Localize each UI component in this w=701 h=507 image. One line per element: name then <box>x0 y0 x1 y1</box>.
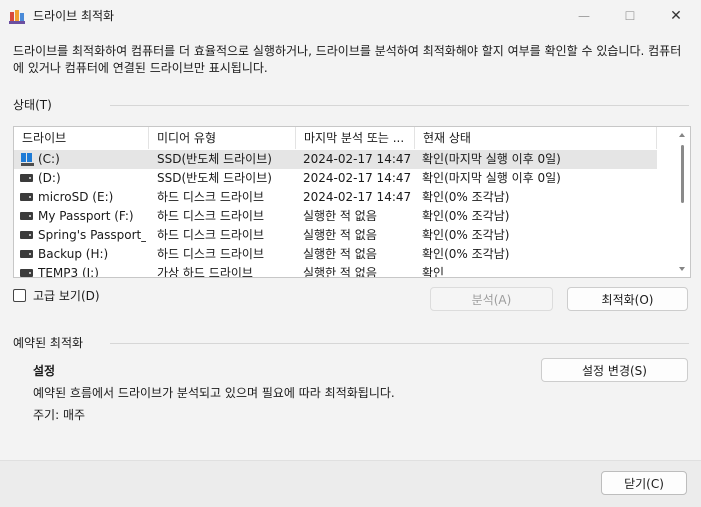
drive-cell-drive: My Passport (F:) <box>38 209 134 223</box>
drive-row[interactable]: Backup (H:) 하드 디스크 드라이브 실행한 적 없음 확인(0% 조각남) <box>14 245 657 264</box>
scheduled-divider <box>110 343 689 344</box>
column-header-current-status[interactable]: 현재 상태 <box>415 127 657 149</box>
drive-cell-status: 확인(마지막 실행 이후 0일) <box>422 171 561 185</box>
drive-cell-drive: Spring's Passport_... <box>38 228 146 242</box>
change-settings-button[interactable]: 설정 변경(S) <box>541 358 688 382</box>
drive-row[interactable]: Spring's Passport_... 하드 디스크 드라이브 실행한 적 없음… <box>14 226 657 245</box>
maximize-button[interactable]: ☐ <box>607 0 653 32</box>
settings-heading: 설정 <box>33 364 56 378</box>
settings-description: 예약된 흐름에서 드라이브가 분석되고 있으며 필요에 따라 최적화됩니다. <box>33 386 395 400</box>
hard-drive-icon <box>20 193 33 201</box>
maximize-icon: ☐ <box>624 9 636 23</box>
defrag-app-icon <box>9 10 25 24</box>
drive-list[interactable]: 드라이브 미디어 유형 마지막 분석 또는 ... 현재 상태 (C:) SSD(… <box>13 126 691 278</box>
hard-drive-icon <box>20 269 33 277</box>
advanced-view-toggle[interactable]: 고급 보기(D) <box>13 287 100 303</box>
scroll-down-arrow-icon[interactable] <box>679 267 685 271</box>
drive-cell-media: 하드 디스크 드라이브 <box>157 228 264 242</box>
scroll-thumb[interactable] <box>681 145 684 203</box>
hard-drive-icon <box>20 250 33 258</box>
drive-cell-drive: (C:) <box>38 152 60 166</box>
window-title: 드라이브 최적화 <box>33 9 115 23</box>
close-window-button[interactable]: ✕ <box>653 0 699 32</box>
drive-cell-status: 확인(마지막 실행 이후 0일) <box>422 152 561 166</box>
drive-cell-last: 2024-02-17 14:47 <box>303 152 412 166</box>
scheduled-section-label: 예약된 최적화 <box>13 336 84 350</box>
column-header-last-analyzed[interactable]: 마지막 분석 또는 ... <box>296 127 415 149</box>
close-icon: ✕ <box>670 8 682 24</box>
windows-drive-icon <box>20 152 34 166</box>
drive-cell-last: 2024-02-17 14:47 <box>303 190 412 204</box>
drive-cell-last: 실행한 적 없음 <box>303 247 377 261</box>
drive-cell-status: 확인(0% 조각남) <box>422 247 510 261</box>
drive-list-scrollbar[interactable] <box>675 127 690 277</box>
drive-cell-last: 실행한 적 없음 <box>303 228 377 242</box>
hard-drive-icon <box>20 174 33 182</box>
drive-row[interactable]: TEMP3 (I:) 가상 하드 드라이브 실행한 적 없음 확인 <box>14 264 657 278</box>
hard-drive-icon <box>20 212 33 220</box>
advanced-view-checkbox[interactable] <box>13 288 26 302</box>
drive-cell-media: 가상 하드 드라이브 <box>157 266 253 278</box>
status-divider <box>110 105 689 106</box>
drive-cell-media: 하드 디스크 드라이브 <box>157 190 264 204</box>
drive-cell-drive: Backup (H:) <box>38 247 109 261</box>
analyze-button[interactable]: 분석(A) <box>430 287 553 311</box>
status-section-label: 상태(T) <box>13 98 52 112</box>
drive-cell-status: 확인(0% 조각남) <box>422 190 510 204</box>
drive-cell-status: 확인 <box>422 266 445 278</box>
drive-row[interactable]: (C:) SSD(반도체 드라이브) 2024-02-17 14:47 확인(마지막 … <box>14 150 657 169</box>
drive-list-header: 드라이브 미디어 유형 마지막 분석 또는 ... 현재 상태 <box>14 127 674 149</box>
drive-cell-status: 확인(0% 조각남) <box>422 209 510 223</box>
drive-cell-media: SSD(반도체 드라이브) <box>157 152 272 166</box>
drive-cell-drive: microSD (E:) <box>38 190 114 204</box>
column-header-drive[interactable]: 드라이브 <box>14 127 149 149</box>
scroll-up-arrow-icon[interactable] <box>679 133 685 137</box>
title-bar: 드라이브 최적화 — ☐ ✕ <box>0 0 701 32</box>
description-text: 드라이브를 최적화하여 컴퓨터를 더 효율적으로 실행하거나, 드라이브를 분석… <box>13 44 682 75</box>
drive-cell-last: 실행한 적 없음 <box>303 266 377 278</box>
drive-row[interactable]: microSD (E:) 하드 디스크 드라이브 2024-02-17 14:47 확… <box>14 188 657 207</box>
drive-cell-media: 하드 디스크 드라이브 <box>157 209 264 223</box>
drive-cell-last: 실행한 적 없음 <box>303 209 377 223</box>
drive-cell-last: 2024-02-17 14:47 <box>303 171 412 185</box>
footer-bar <box>0 460 701 507</box>
drive-cell-media: SSD(반도체 드라이브) <box>157 171 272 185</box>
minimize-icon: — <box>578 9 590 23</box>
drive-cell-status: 확인(0% 조각남) <box>422 228 510 242</box>
optimize-button[interactable]: 최적화(O) <box>567 287 688 311</box>
column-header-media-type[interactable]: 미디어 유형 <box>149 127 296 149</box>
schedule-frequency: 주기: 매주 <box>33 408 86 422</box>
hard-drive-icon <box>20 231 33 239</box>
drive-cell-drive: (D:) <box>38 171 61 185</box>
drive-cell-media: 하드 디스크 드라이브 <box>157 247 264 261</box>
close-button[interactable]: 닫기(C) <box>601 471 687 495</box>
drive-row[interactable]: (D:) SSD(반도체 드라이브) 2024-02-17 14:47 확인(마지막 … <box>14 169 657 188</box>
drive-cell-drive: TEMP3 (I:) <box>38 266 99 278</box>
advanced-view-label: 고급 보기(D) <box>33 288 100 303</box>
drive-row[interactable]: My Passport (F:) 하드 디스크 드라이브 실행한 적 없음 확인(0%… <box>14 207 657 226</box>
minimize-button[interactable]: — <box>561 0 607 32</box>
